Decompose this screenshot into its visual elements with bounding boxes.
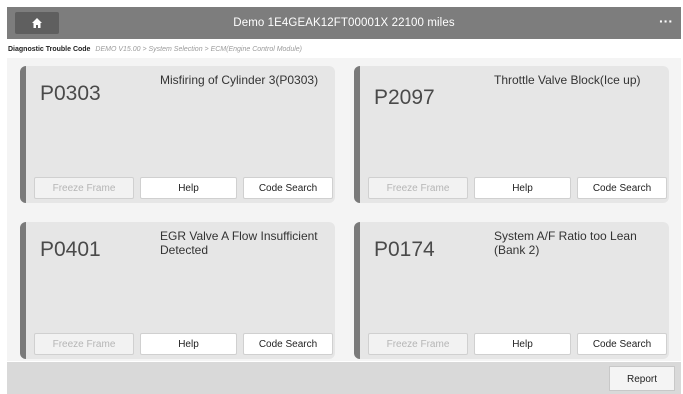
report-button[interactable]: Report xyxy=(609,366,675,391)
breadcrumb-lead: Diagnostic Trouble Code xyxy=(8,46,91,53)
dtc-description: System A/F Ratio too Lean (Bank 2) xyxy=(494,229,637,257)
dtc-description: Throttle Valve Block(Ice up) xyxy=(494,73,641,87)
bottom-toolbar: Report xyxy=(7,362,681,394)
help-button[interactable]: Help xyxy=(474,333,571,355)
dtc-card: P2097 Throttle Valve Block(Ice up) Freez… xyxy=(354,66,669,203)
page-title: Demo 1E4GEAK12FT00001X 22100 miles xyxy=(233,17,455,29)
dtc-description: EGR Valve A Flow Insufficient Detected xyxy=(160,229,318,257)
card-accent-bar xyxy=(354,222,360,359)
freeze-frame-button[interactable]: Freeze Frame xyxy=(34,177,134,199)
help-button[interactable]: Help xyxy=(140,177,237,199)
dtc-card: P0174 System A/F Ratio too Lean (Bank 2)… xyxy=(354,222,669,359)
dtc-code: P0401 xyxy=(40,238,101,261)
card-accent-bar xyxy=(20,222,26,359)
code-search-button[interactable]: Code Search xyxy=(577,333,667,355)
top-bar: Demo 1E4GEAK12FT00001X 22100 miles ··· xyxy=(7,7,681,39)
code-search-button[interactable]: Code Search xyxy=(577,177,667,199)
dtc-card: P0303 Misfiring of Cylinder 3(P0303) Fre… xyxy=(20,66,335,203)
help-button[interactable]: Help xyxy=(140,333,237,355)
dtc-description: Misfiring of Cylinder 3(P0303) xyxy=(160,73,319,87)
breadcrumb-path: DEMO V15.00 > System Selection > ECM(Eng… xyxy=(95,46,302,53)
code-search-button[interactable]: Code Search xyxy=(243,177,333,199)
more-menu-icon[interactable]: ··· xyxy=(659,7,673,39)
breadcrumb: Diagnostic Trouble Code DEMO V15.00 > Sy… xyxy=(8,43,302,57)
card-accent-bar xyxy=(354,66,360,203)
freeze-frame-button[interactable]: Freeze Frame xyxy=(368,177,468,199)
card-accent-bar xyxy=(20,66,26,203)
dtc-code: P0174 xyxy=(374,238,435,261)
dtc-code: P2097 xyxy=(374,86,435,109)
freeze-frame-button[interactable]: Freeze Frame xyxy=(368,333,468,355)
freeze-frame-button[interactable]: Freeze Frame xyxy=(34,333,134,355)
dtc-list: P0303 Misfiring of Cylinder 3(P0303) Fre… xyxy=(7,58,681,361)
dtc-card: P0401 EGR Valve A Flow Insufficient Dete… xyxy=(20,222,335,359)
dtc-code: P0303 xyxy=(40,82,101,105)
code-search-button[interactable]: Code Search xyxy=(243,333,333,355)
help-button[interactable]: Help xyxy=(474,177,571,199)
